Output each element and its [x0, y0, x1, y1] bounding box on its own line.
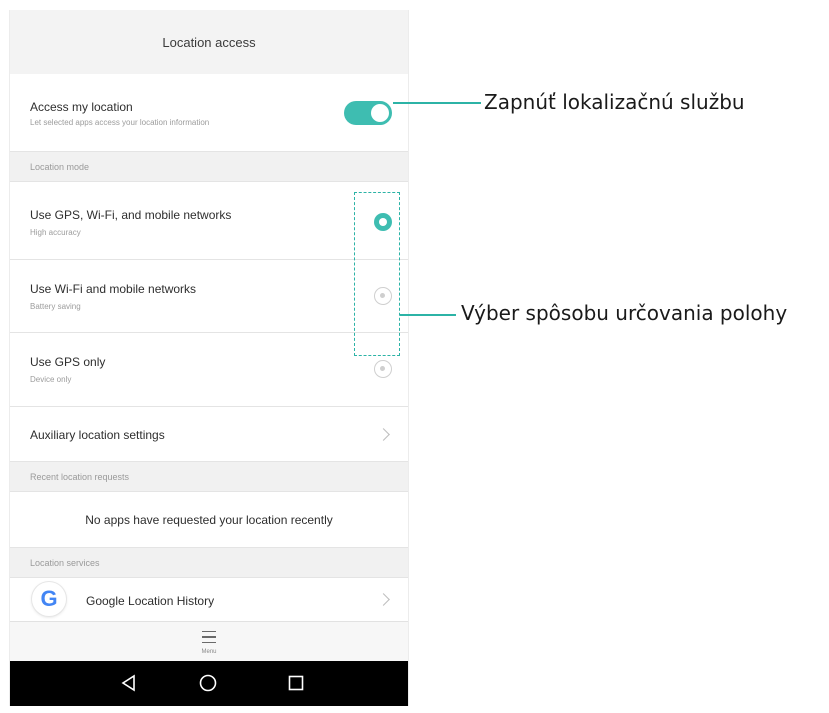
mode-row-high-accuracy[interactable]: Use GPS, Wi-Fi, and mobile networks High…: [10, 182, 408, 260]
section-label: Location services: [30, 557, 100, 568]
google-location-history-row[interactable]: G Google Location History: [10, 578, 408, 621]
menu-icon[interactable]: [202, 631, 216, 643]
radio-group-highlight: [354, 192, 400, 356]
bottom-menu-bar[interactable]: Menu: [10, 621, 408, 662]
mode-title: Use GPS, Wi-Fi, and mobile networks: [30, 208, 232, 222]
service-title: Google Location History: [86, 594, 215, 608]
access-location-title: Access my location: [30, 100, 133, 114]
radio-unselected[interactable]: [374, 360, 392, 378]
page-title: Location access: [162, 34, 256, 50]
mode-subtitle: Device only: [30, 375, 72, 384]
modes-callout-line: [400, 314, 456, 316]
access-location-subtitle: Let selected apps access your location i…: [30, 118, 210, 127]
empty-state-text: No apps have requested your location rec…: [85, 513, 333, 527]
toggle-callout-text: Zapnúť lokalizačnú službu: [484, 90, 745, 114]
auxiliary-settings-title: Auxiliary location settings: [30, 428, 165, 442]
system-navigation-bar: [10, 661, 408, 706]
google-g-icon: G: [32, 582, 66, 616]
section-header-recent-requests: Recent location requests: [10, 462, 408, 492]
title-bar: Location access: [10, 10, 408, 75]
recent-requests-empty: No apps have requested your location rec…: [10, 492, 408, 548]
phone-screen: Location access Access my location Let s…: [9, 10, 409, 706]
section-header-location-mode: Location mode: [10, 152, 408, 182]
chevron-right-icon: [377, 593, 390, 606]
home-icon[interactable]: [198, 673, 218, 693]
toggle-callout-line: [393, 102, 481, 104]
chevron-right-icon: [377, 428, 390, 441]
access-location-row[interactable]: Access my location Let selected apps acc…: [10, 74, 408, 152]
auxiliary-settings-row[interactable]: Auxiliary location settings: [10, 407, 408, 462]
back-icon[interactable]: [119, 673, 139, 693]
section-label: Recent location requests: [30, 471, 130, 482]
menu-label: Menu: [201, 649, 217, 655]
modes-callout-text: Výber spôsobu určovania polohy: [461, 301, 788, 325]
section-label: Location mode: [30, 161, 90, 172]
toggle-knob: [371, 104, 389, 122]
section-header-location-services: Location services: [10, 548, 408, 578]
mode-title: Use GPS only: [30, 355, 106, 369]
recents-icon[interactable]: [286, 673, 306, 693]
mode-subtitle: Battery saving: [30, 302, 81, 311]
mode-subtitle: High accuracy: [30, 228, 81, 237]
mode-row-battery-saving[interactable]: Use Wi-Fi and mobile networks Battery sa…: [10, 260, 408, 333]
mode-row-device-only[interactable]: Use GPS only Device only: [10, 333, 408, 407]
mode-title: Use Wi-Fi and mobile networks: [30, 282, 197, 296]
location-toggle[interactable]: [344, 101, 392, 125]
